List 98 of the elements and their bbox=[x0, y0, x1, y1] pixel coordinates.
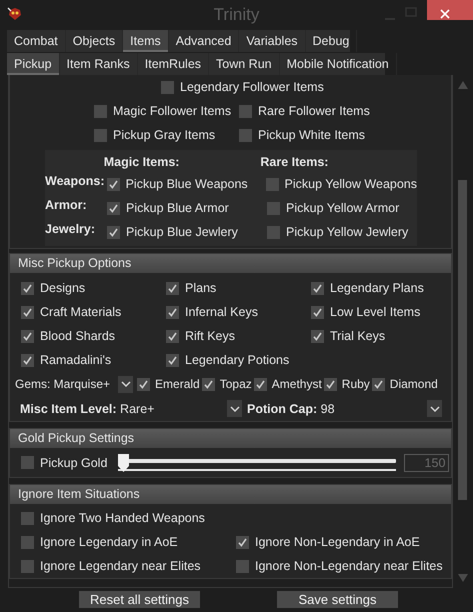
checkbox-label: Ignore Non-Legendary in AoE bbox=[255, 535, 420, 549]
tab[interactable]: Pickup bbox=[7, 53, 60, 75]
checkbox[interactable] bbox=[166, 354, 179, 366]
checkbox-label: Ignore Legendary in AoE bbox=[40, 535, 178, 549]
row-label: Armor: bbox=[45, 198, 88, 212]
group-title: Ignore Item Situations bbox=[17, 486, 141, 503]
checkbox[interactable] bbox=[236, 560, 249, 572]
checkbox[interactable] bbox=[324, 378, 337, 390]
checkbox[interactable] bbox=[21, 306, 34, 318]
checkbox-label: Infernal Keys bbox=[185, 305, 258, 319]
checkbox-label: Legendary Potions bbox=[185, 353, 290, 367]
chevron-down-icon bbox=[120, 381, 131, 387]
checkbox-label: Legendary Follower Items bbox=[180, 80, 324, 94]
checkbox[interactable] bbox=[21, 330, 34, 342]
tab[interactable]: Debug bbox=[306, 30, 358, 52]
checkbox[interactable] bbox=[267, 226, 280, 238]
checkbox[interactable] bbox=[239, 104, 252, 118]
checkbox-label: Pickup Yellow Armor bbox=[286, 201, 400, 215]
checkbox-label: Legendary Plans bbox=[330, 281, 424, 295]
checkbox[interactable] bbox=[239, 128, 252, 142]
dropdown-button[interactable] bbox=[118, 376, 134, 392]
dropdown-button[interactable] bbox=[227, 400, 242, 417]
checkbox[interactable] bbox=[107, 226, 120, 238]
checkbox[interactable] bbox=[311, 282, 324, 294]
checkbox[interactable] bbox=[254, 378, 267, 390]
checkbox[interactable] bbox=[311, 330, 324, 342]
chevron-down-icon bbox=[230, 406, 240, 412]
checkbox-label: Diamond bbox=[390, 377, 438, 391]
scrollbar-thumb[interactable] bbox=[458, 180, 467, 500]
checkbox-label: Pickup Gray Items bbox=[113, 128, 216, 142]
checkbox-label: Pickup Yellow Jewlery bbox=[286, 225, 408, 239]
checkbox-label: Amethyst bbox=[272, 377, 322, 391]
checkbox[interactable] bbox=[266, 178, 278, 190]
checkbox-label: Pickup Gold bbox=[40, 456, 108, 470]
settings-button[interactable]: Reset all settings bbox=[79, 590, 200, 608]
tab[interactable]: Advanced bbox=[168, 30, 240, 52]
group-title: Misc Pickup Options bbox=[17, 255, 132, 272]
checkbox-label: Ignore Non-Legendary near Elites bbox=[255, 559, 443, 573]
checkbox-label: Pickup Blue Armor bbox=[126, 201, 229, 215]
row-label: Weapons: bbox=[45, 174, 106, 188]
checkbox-label: Pickup Blue Jewlery bbox=[126, 225, 238, 239]
checkbox-label: Topaz bbox=[220, 377, 252, 391]
checkbox[interactable] bbox=[21, 560, 34, 572]
checkbox-label: Rift Keys bbox=[185, 329, 236, 343]
slider[interactable] bbox=[118, 452, 396, 474]
checkbox[interactable] bbox=[372, 378, 385, 390]
checkbox-label: Ignore Legendary near Elites bbox=[40, 559, 201, 573]
checkbox[interactable] bbox=[166, 306, 179, 318]
checkbox-label: Plans bbox=[185, 281, 216, 295]
misc-item-level-value: Misc Item Level: Rare+ bbox=[20, 402, 156, 416]
checkbox[interactable] bbox=[137, 378, 150, 390]
column-header: Rare Items: bbox=[260, 155, 330, 169]
checkbox[interactable] bbox=[107, 202, 120, 214]
checkbox[interactable] bbox=[21, 354, 34, 366]
chevron-down-icon bbox=[430, 406, 440, 412]
dropdown-button[interactable] bbox=[427, 400, 442, 417]
checkbox-label: Trial Keys bbox=[330, 329, 386, 343]
checkbox[interactable] bbox=[166, 282, 179, 294]
window-title: Trinity bbox=[214, 5, 260, 25]
checkbox-label: Low Level Items bbox=[330, 305, 420, 319]
tab[interactable]: Variables bbox=[239, 30, 306, 52]
row-label: Jewelry: bbox=[45, 222, 96, 236]
checkbox-label: Ignore Two Handed Weapons bbox=[40, 511, 205, 525]
checkbox[interactable] bbox=[94, 104, 107, 118]
checkbox[interactable] bbox=[21, 512, 34, 524]
checkbox[interactable] bbox=[267, 202, 280, 214]
checkbox-label: Blood Shards bbox=[40, 329, 116, 343]
group-title: Gold Pickup Settings bbox=[17, 430, 136, 447]
checkbox[interactable] bbox=[21, 282, 34, 294]
tab[interactable]: Combat bbox=[7, 30, 66, 52]
app-icon bbox=[7, 6, 23, 22]
checkbox-label: Pickup White Items bbox=[258, 128, 365, 142]
checkbox-label: Craft Materials bbox=[40, 305, 122, 319]
gems-dropdown[interactable]: Gems: Marquise+ bbox=[15, 377, 110, 391]
close-icon bbox=[440, 8, 450, 18]
tab[interactable]: Items bbox=[123, 30, 169, 52]
checkbox[interactable] bbox=[311, 306, 324, 318]
checkbox[interactable] bbox=[94, 128, 107, 142]
checkbox-label: Emerald bbox=[155, 377, 200, 391]
checkbox[interactable] bbox=[161, 80, 174, 94]
checkbox[interactable] bbox=[21, 536, 34, 548]
checkbox[interactable] bbox=[106, 178, 120, 190]
checkbox-label: Ramadalini's bbox=[40, 353, 112, 367]
checkbox-label: Rare Follower Items bbox=[258, 104, 370, 118]
checkbox[interactable] bbox=[166, 330, 179, 342]
checkbox-label: Pickup Yellow Weapons bbox=[284, 177, 417, 191]
column-header: Magic Items: bbox=[104, 155, 180, 169]
close-button[interactable] bbox=[427, 0, 473, 20]
checkbox-label: Pickup Blue Weapons bbox=[126, 177, 248, 191]
potion-cap-value: Potion Cap: 98 bbox=[247, 402, 336, 416]
checkbox[interactable] bbox=[21, 456, 34, 469]
slider-thumb[interactable] bbox=[118, 454, 130, 472]
settings-button[interactable]: Save settings bbox=[277, 590, 398, 608]
checkbox-label: Designs bbox=[40, 281, 86, 295]
checkbox[interactable] bbox=[202, 378, 215, 390]
checkbox[interactable] bbox=[236, 536, 249, 548]
checkbox-label: Magic Follower Items bbox=[113, 104, 232, 118]
checkbox-label: Ruby bbox=[342, 377, 370, 391]
